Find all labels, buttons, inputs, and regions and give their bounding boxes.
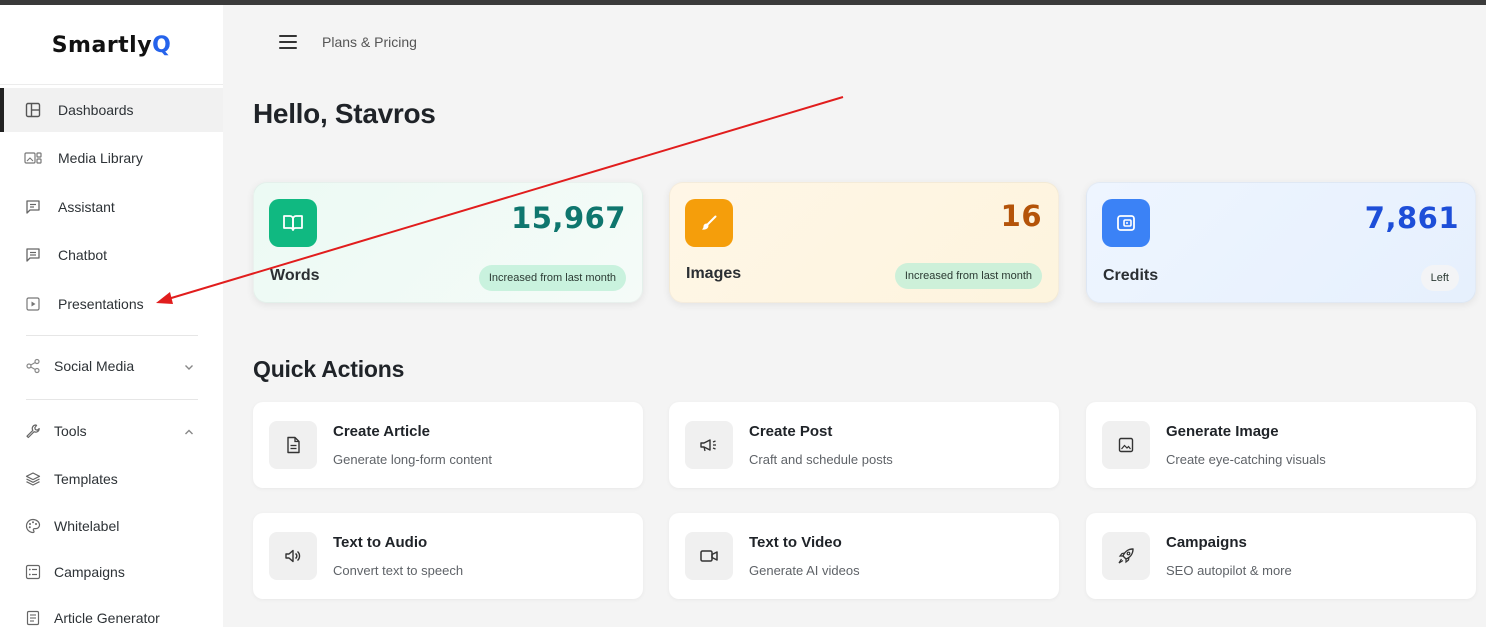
sidebar: Smartly Q Dashboards Media Library Assist… xyxy=(0,5,223,627)
plans-pricing-link[interactable]: Plans & Pricing xyxy=(322,34,417,50)
speaker-icon xyxy=(269,532,317,580)
stat-card-images: 16 Images Increased from last month xyxy=(669,182,1059,303)
images-trend-badge: Increased from last month xyxy=(894,263,1042,289)
document-icon xyxy=(24,609,42,627)
credits-label: Credits xyxy=(1103,267,1159,284)
credits-left-badge: Left xyxy=(1420,265,1459,291)
book-icon xyxy=(269,199,317,247)
palette-icon xyxy=(24,517,42,535)
action-campaigns[interactable]: Campaigns SEO autopilot & more xyxy=(1086,513,1476,599)
share-icon xyxy=(24,357,42,375)
sidebar-item-templates[interactable]: Templates xyxy=(0,457,223,501)
images-label: Images xyxy=(686,265,742,282)
rocket-icon xyxy=(1102,532,1150,580)
sidebar-item-media-library[interactable]: Media Library xyxy=(0,136,223,180)
hamburger-menu-icon[interactable] xyxy=(279,35,299,51)
words-label: Words xyxy=(270,267,320,284)
image-icon xyxy=(1102,421,1150,469)
sidebar-item-social-media[interactable]: Social Media xyxy=(0,344,223,388)
chevron-down-icon[interactable] xyxy=(183,360,195,372)
wallet-icon xyxy=(1102,199,1150,247)
stat-card-words: 15,967 Words Increased from last month xyxy=(253,182,643,303)
play-icon xyxy=(24,295,42,313)
sidebar-divider xyxy=(0,84,223,85)
sidebar-item-whitelabel[interactable]: Whitelabel xyxy=(0,504,223,548)
credits-count: 7,861 xyxy=(1364,201,1459,235)
media-library-icon xyxy=(24,149,42,167)
sidebar-separator xyxy=(26,399,198,400)
sidebar-item-campaigns[interactable]: Campaigns xyxy=(0,550,223,594)
sidebar-item-article-generator[interactable]: Article Generator xyxy=(0,596,223,627)
sidebar-item-dashboards[interactable]: Dashboards xyxy=(0,88,223,132)
action-text-to-audio[interactable]: Text to Audio Convert text to speech xyxy=(253,513,643,599)
app-logo[interactable]: Smartly Q xyxy=(0,5,223,85)
layout-icon xyxy=(24,101,42,119)
brush-icon xyxy=(685,199,733,247)
wrench-icon xyxy=(24,422,42,440)
images-count: 16 xyxy=(1000,199,1042,233)
quick-actions-title: Quick Actions xyxy=(253,356,405,382)
chat-icon xyxy=(24,198,42,216)
greeting-title: Hello, Stavros xyxy=(253,98,436,129)
top-header: Plans & Pricing xyxy=(223,5,1486,80)
action-create-post[interactable]: Create Post Craft and schedule posts xyxy=(669,402,1059,488)
words-trend-badge: Increased from last month xyxy=(478,265,626,291)
window-top-bar xyxy=(0,0,1486,5)
stat-card-credits: 7,861 Credits Left xyxy=(1086,182,1476,303)
action-generate-image[interactable]: Generate Image Create eye-catching visua… xyxy=(1086,402,1476,488)
sidebar-separator xyxy=(26,335,198,336)
file-text-icon xyxy=(269,421,317,469)
sidebar-item-tools[interactable]: Tools xyxy=(0,409,223,453)
video-camera-icon xyxy=(685,532,733,580)
list-icon xyxy=(24,563,42,581)
layers-icon xyxy=(24,470,42,488)
sidebar-item-assistant[interactable]: Assistant xyxy=(0,185,223,229)
chatbot-icon xyxy=(24,246,42,264)
sidebar-item-chatbot[interactable]: Chatbot xyxy=(0,233,223,277)
action-create-article[interactable]: Create Article Generate long-form conten… xyxy=(253,402,643,488)
words-count: 15,967 xyxy=(511,201,626,235)
megaphone-icon xyxy=(685,421,733,469)
action-text-to-video[interactable]: Text to Video Generate AI videos xyxy=(669,513,1059,599)
chevron-up-icon[interactable] xyxy=(183,425,195,437)
sidebar-item-presentations[interactable]: Presentations xyxy=(0,282,223,326)
